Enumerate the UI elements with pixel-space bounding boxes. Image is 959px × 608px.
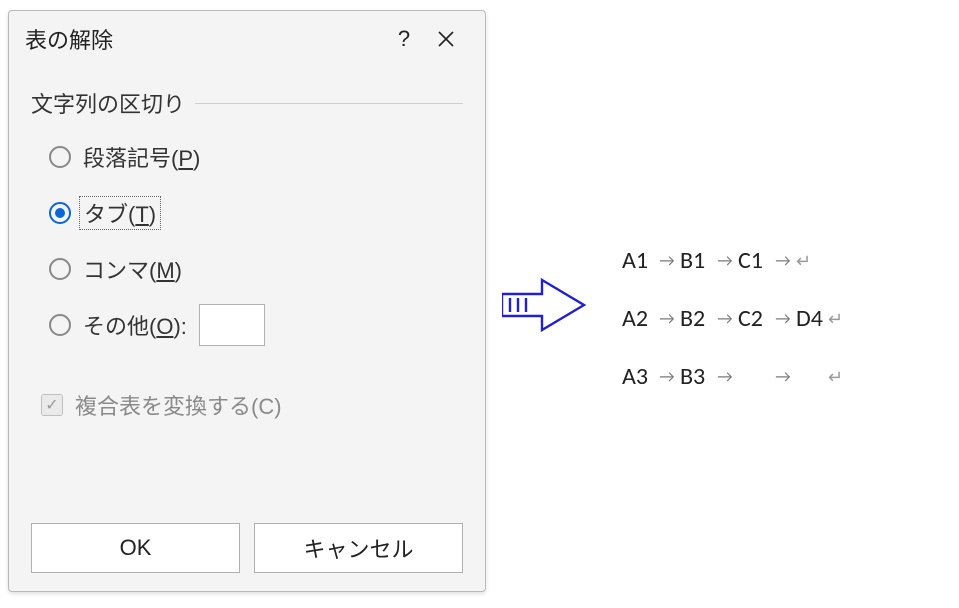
tab-mark-icon: → xyxy=(712,232,738,290)
ok-button[interactable]: OK xyxy=(31,523,240,573)
radio-paragraph[interactable]: 段落記号(P) xyxy=(49,133,463,181)
tab-mark-icon: → xyxy=(654,290,680,348)
dialog-title: 表の解除 xyxy=(25,23,383,55)
tab-mark-icon: → xyxy=(712,348,738,406)
button-row: OK キャンセル xyxy=(9,523,485,591)
paragraph-mark-icon: ↵ xyxy=(828,290,848,348)
close-icon xyxy=(437,30,455,48)
checkbox-icon: ✓ xyxy=(41,394,63,416)
radio-tab-label: タブ(T) xyxy=(79,196,161,230)
radio-icon xyxy=(49,202,71,224)
radio-comma-label: コンマ(M) xyxy=(83,253,182,285)
close-button[interactable] xyxy=(425,19,467,59)
radio-paragraph-label: 段落記号(P) xyxy=(83,141,200,173)
radio-tab[interactable]: タブ(T) xyxy=(49,189,463,237)
help-button[interactable]: ? xyxy=(383,19,425,59)
arrow-icon xyxy=(502,278,588,332)
result-row: A3→B3→→↵ xyxy=(622,348,848,406)
radio-icon xyxy=(49,314,71,336)
separator-line xyxy=(195,103,463,104)
tab-mark-icon: → xyxy=(654,348,680,406)
radio-other[interactable]: その他(O): xyxy=(49,301,463,349)
result-row: A2→B2→C2→D4↵ xyxy=(622,290,848,348)
radio-icon xyxy=(49,146,71,168)
radio-other-label: その他(O): xyxy=(83,309,187,341)
tab-mark-icon: → xyxy=(712,290,738,348)
dialog-content: 文字列の区切り 段落記号(P) タブ(T) コンマ(M) その他(O): ✓ 複… xyxy=(9,65,485,523)
nested-table-checkbox: ✓ 複合表を変換する(C) xyxy=(41,389,463,421)
convert-table-dialog: 表の解除 ? 文字列の区切り 段落記号(P) タブ(T) コンマ(M) xyxy=(8,10,486,592)
result-preview: A1→B1→C1→↵ A2→B2→C2→D4↵ A3→B3→→↵ xyxy=(622,232,848,406)
tab-mark-icon: → xyxy=(770,232,796,290)
paragraph-mark-icon: ↵ xyxy=(796,232,816,290)
nested-table-checkbox-label: 複合表を変換する(C) xyxy=(75,389,282,421)
other-separator-input[interactable] xyxy=(199,304,265,346)
tab-mark-icon: → xyxy=(654,232,680,290)
separator-group-label: 文字列の区切り xyxy=(31,87,185,119)
tab-mark-icon: → xyxy=(770,290,796,348)
paragraph-mark-icon: ↵ xyxy=(828,348,848,406)
separator-group: 文字列の区切り xyxy=(31,87,463,119)
radio-icon xyxy=(49,258,71,280)
radio-comma[interactable]: コンマ(M) xyxy=(49,245,463,293)
dialog-titlebar: 表の解除 ? xyxy=(9,11,485,65)
result-row: A1→B1→C1→↵ xyxy=(622,232,848,290)
tab-mark-icon: → xyxy=(770,348,796,406)
cancel-button[interactable]: キャンセル xyxy=(254,523,463,573)
